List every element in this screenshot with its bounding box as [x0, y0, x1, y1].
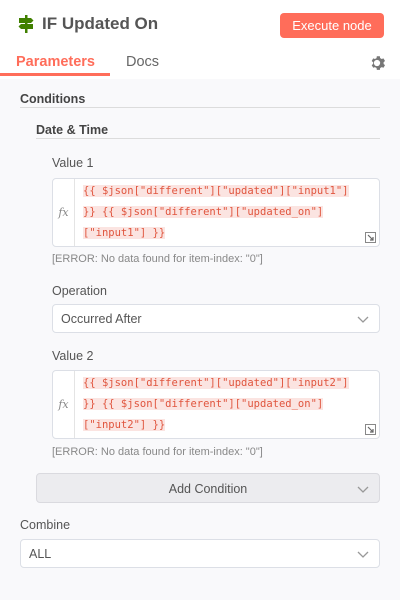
node-header: IF Updated On Execute node [0, 0, 400, 48]
date-time-label: Date & Time [36, 123, 109, 137]
expression-line: }} {{ $json["different"]["updated_on"] [83, 206, 324, 218]
fx-icon: fx [53, 371, 75, 438]
value1-expression[interactable]: {{ $json["different"]["updated"]["input1… [83, 181, 369, 244]
chevron-down-icon [357, 486, 369, 493]
conditions-divider [20, 107, 380, 108]
expression-line: }} {{ $json["different"]["updated_on"] [83, 398, 324, 410]
value2-error: [ERROR: No data found for item-index: "0… [52, 446, 263, 458]
expression-line: ["input1"] }} [83, 227, 166, 239]
chevron-down-icon [357, 316, 369, 323]
expression-line: ["input2"] }} [83, 419, 166, 431]
date-time-divider [36, 138, 380, 139]
add-condition-button[interactable]: Add Condition [36, 473, 380, 503]
combine-label: Combine [20, 518, 71, 532]
execute-node-button[interactable]: Execute node [280, 13, 384, 38]
expression-line: {{ $json["different"]["updated"]["input1… [83, 185, 349, 197]
active-tab-indicator [0, 73, 110, 76]
gear-icon[interactable] [368, 54, 386, 72]
value1-label: Value 1 [52, 156, 94, 170]
node-title[interactable]: IF Updated On [42, 14, 158, 34]
value2-label: Value 2 [52, 349, 94, 363]
operation-value: Occurred After [61, 312, 142, 326]
add-condition-label: Add Condition [168, 482, 248, 496]
expand-icon[interactable] [365, 424, 376, 435]
operation-select[interactable]: Occurred After [52, 304, 380, 333]
expand-icon[interactable] [365, 232, 376, 243]
chevron-down-icon [357, 551, 369, 558]
fx-icon: fx [53, 179, 75, 246]
conditions-label: Conditions [20, 92, 86, 106]
combine-select[interactable]: ALL [20, 539, 380, 568]
signpost-icon [18, 15, 34, 33]
value1-error: [ERROR: No data found for item-index: "0… [52, 253, 263, 265]
combine-value: ALL [29, 547, 52, 561]
value1-expression-field[interactable]: fx {{ $json["different"]["updated"]["inp… [52, 178, 380, 247]
value2-expression-field[interactable]: fx {{ $json["different"]["updated"]["inp… [52, 370, 380, 439]
tab-docs[interactable]: Docs [126, 54, 159, 79]
expression-line: {{ $json["different"]["updated"]["input2… [83, 377, 349, 389]
value2-expression[interactable]: {{ $json["different"]["updated"]["input2… [83, 373, 369, 436]
operation-label: Operation [52, 284, 107, 298]
